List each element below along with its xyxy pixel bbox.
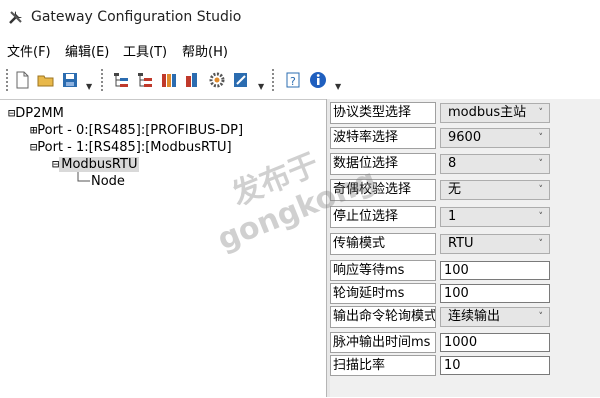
menu-file[interactable]: 文件(F) — [7, 41, 51, 60]
output-poll-mode-select[interactable]: 连续输出 ˅ — [440, 307, 550, 327]
toolbar-dropdown-icon[interactable]: ▼ — [86, 82, 92, 91]
property-row: 波特率选择 9600 ˅ — [330, 127, 600, 149]
property-row: 协议类型选择 modbus主站 ˅ — [330, 102, 600, 124]
protocol-type-select[interactable]: modbus主站 ˅ — [440, 103, 550, 123]
baud-rate-select[interactable]: 9600 ˅ — [440, 128, 550, 148]
open-folder-icon[interactable] — [36, 70, 56, 90]
data-bits-select[interactable]: 8 ˅ — [440, 154, 550, 174]
toolbar: ▼ ▼ ? ▼ — [0, 64, 600, 96]
poll-delay-input[interactable]: 100 — [440, 284, 550, 303]
property-label: 停止位选择 — [330, 206, 436, 228]
tree-node-port1[interactable]: ⊟Port - 1:[RS485]:[ModbusRTU] — [30, 140, 232, 155]
save-icon[interactable] — [60, 70, 80, 90]
property-label: 协议类型选择 — [330, 102, 436, 124]
property-row: 停止位选择 1 ˅ — [330, 206, 600, 228]
property-label: 扫描比率 — [330, 355, 436, 376]
property-label: 数据位选择 — [330, 153, 436, 175]
property-row: 传输模式 RTU ˅ — [330, 233, 600, 255]
stop-bits-select[interactable]: 1 ˅ — [440, 207, 550, 227]
chevron-down-icon: ˅ — [538, 108, 544, 118]
toolbar-dropdown-icon[interactable]: ▼ — [258, 82, 264, 91]
chevron-down-icon: ˅ — [538, 133, 544, 143]
property-row: 扫描比率 10 — [330, 355, 600, 376]
toolbar-grip[interactable] — [272, 69, 277, 91]
new-file-icon[interactable] — [12, 70, 32, 90]
svg-text:?: ? — [290, 75, 296, 88]
tree-node-label: Port - 0:[RS485]:[PROFIBUS-DP] — [37, 123, 244, 138]
property-row: 响应等待ms 100 — [330, 260, 600, 281]
device-tree: ⊟DP2MM ⊞Port - 0:[RS485]:[PROFIBUS-DP] ⊟… — [0, 99, 326, 398]
chevron-down-icon: ˅ — [538, 185, 544, 195]
title-bar: Gateway Configuration Studio — [0, 0, 600, 34]
property-row: 输出命令轮询模式 连续输出 ˅ — [330, 306, 600, 328]
transfer-mode-select[interactable]: RTU ˅ — [440, 234, 550, 254]
menu-help[interactable]: 帮助(H) — [182, 41, 228, 60]
property-row: 数据位选择 8 ˅ — [330, 153, 600, 175]
property-row: 轮询延时ms 100 — [330, 283, 600, 304]
tree-node-label: Node — [91, 174, 125, 189]
menu-edit[interactable]: 编辑(E) — [65, 41, 109, 60]
property-label: 脉冲输出时间ms — [330, 332, 436, 353]
tree-node-label: Port - 1:[RS485]:[ModbusRTU] — [37, 140, 232, 155]
property-label: 响应等待ms — [330, 260, 436, 281]
parity-select[interactable]: 无 ˅ — [440, 180, 550, 200]
tree-node-node[interactable]: Node — [91, 174, 125, 189]
tree-node-label-selected: ModbusRTU — [59, 157, 140, 172]
property-grid: 协议类型选择 modbus主站 ˅ 波特率选择 9600 ˅ 数据位选择 8 ˅ 奇偶… — [330, 99, 600, 397]
tree-node-label: DP2MM — [15, 106, 64, 121]
property-label: 传输模式 — [330, 233, 436, 255]
scan-ratio-input[interactable]: 10 — [440, 356, 550, 375]
property-label: 轮询延时ms — [330, 283, 436, 304]
menu-bar: 文件(F) 编辑(E) 工具(T) 帮助(H) — [0, 38, 600, 60]
settings-gear-icon[interactable] — [207, 70, 227, 90]
chevron-down-icon: ˅ — [538, 212, 544, 222]
import-icon[interactable] — [159, 70, 179, 90]
menu-tools[interactable]: 工具(T) — [123, 41, 167, 60]
response-wait-input[interactable]: 100 — [440, 261, 550, 280]
tools-icon — [9, 11, 22, 24]
tree-node-root[interactable]: ⊟DP2MM — [8, 106, 64, 121]
property-label: 输出命令轮询模式 — [330, 306, 436, 328]
toolbar-dropdown-icon[interactable]: ▼ — [335, 82, 341, 91]
toolbar-grip[interactable] — [6, 69, 11, 91]
help-about-icon[interactable]: ? — [284, 70, 304, 90]
window-title: Gateway Configuration Studio — [31, 9, 242, 25]
property-label: 奇偶校验选择 — [330, 179, 436, 201]
edit-icon[interactable] — [231, 70, 251, 90]
tree-connector-line — [77, 172, 90, 182]
chevron-down-icon: ˅ — [538, 239, 544, 249]
property-label: 波特率选择 — [330, 127, 436, 149]
tree-node-port0[interactable]: ⊞Port - 0:[RS485]:[PROFIBUS-DP] — [30, 123, 243, 138]
chevron-down-icon: ˅ — [538, 312, 544, 322]
info-icon[interactable] — [308, 70, 328, 90]
toolbar-grip[interactable] — [101, 69, 106, 91]
pulse-output-time-input[interactable]: 1000 — [440, 333, 550, 352]
add-node-icon[interactable] — [111, 70, 131, 90]
tree-node-modbusrtu[interactable]: ⊟ ModbusRTU — [52, 157, 140, 172]
export-icon[interactable] — [183, 70, 203, 90]
delete-node-icon[interactable] — [135, 70, 155, 90]
chevron-down-icon: ˅ — [538, 159, 544, 169]
property-row: 脉冲输出时间ms 1000 — [330, 332, 600, 353]
property-row: 奇偶校验选择 无 ˅ — [330, 179, 600, 201]
